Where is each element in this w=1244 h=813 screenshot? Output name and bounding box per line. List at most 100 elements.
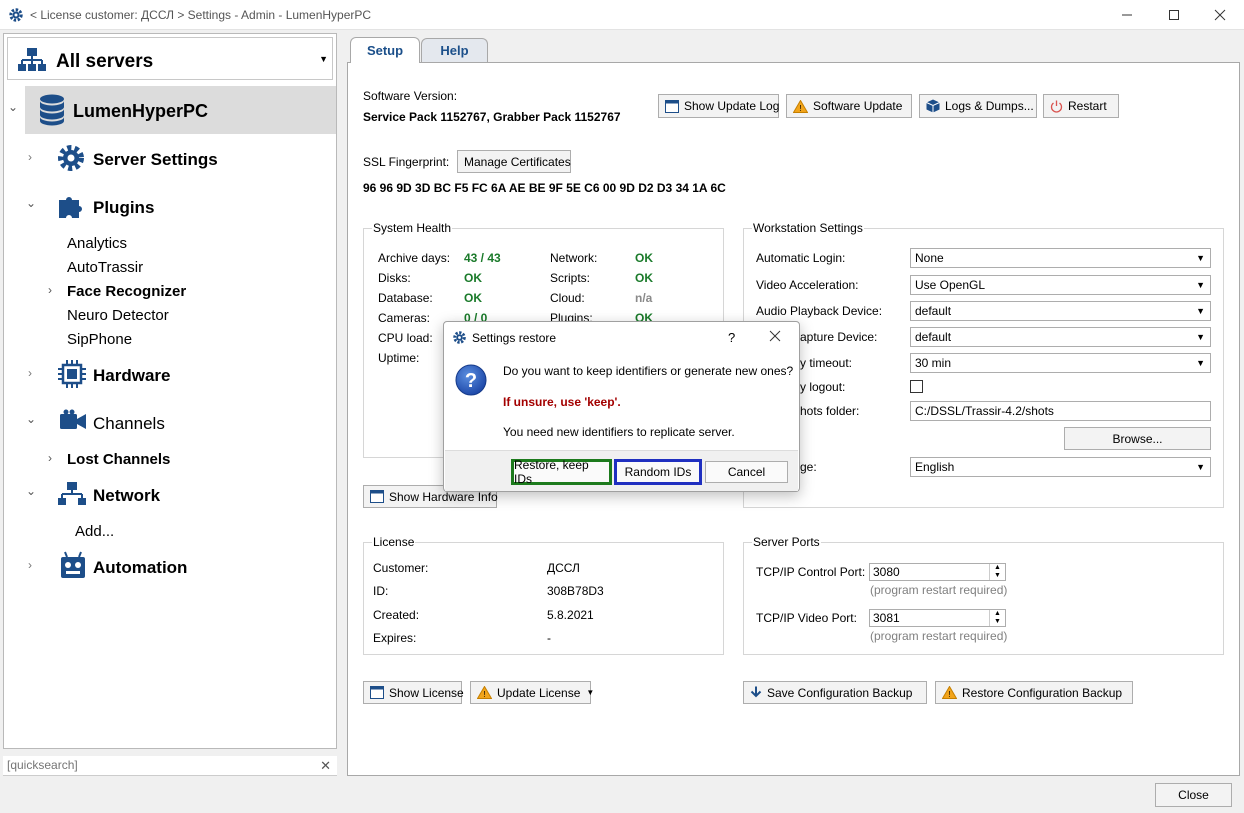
- cancel-button[interactable]: Cancel: [705, 461, 788, 483]
- maximize-button[interactable]: [1151, 0, 1197, 30]
- tree-label-server[interactable]: LumenHyperPC: [73, 101, 208, 122]
- server-selector[interactable]: All servers ▼: [7, 37, 333, 80]
- show-license-button[interactable]: Show License: [363, 681, 464, 704]
- tree-label-neuro-detector[interactable]: Neuro Detector: [67, 307, 169, 324]
- audio-playback-label: Audio Playback Device:: [756, 304, 883, 318]
- tree-label-sipphone[interactable]: SipPhone: [67, 331, 132, 348]
- svg-text:!: !: [948, 690, 950, 699]
- dialog-question: Do you want to keep identifiers or gener…: [503, 364, 794, 378]
- chevron-down-icon[interactable]: ⌄: [8, 100, 18, 114]
- chevron-down-icon[interactable]: ⌄: [26, 484, 36, 498]
- timeout-label: y timeout:: [800, 356, 853, 370]
- svg-text:!: !: [799, 104, 801, 113]
- tab-help[interactable]: Help: [421, 38, 488, 62]
- language-select[interactable]: English ▼: [910, 457, 1211, 477]
- tree-label-add[interactable]: Add...: [75, 523, 114, 540]
- chevron-right-icon[interactable]: ›: [48, 451, 52, 465]
- tree-label-channels[interactable]: Channels: [93, 414, 165, 434]
- tree-label-autotrassir[interactable]: AutoTrassir: [67, 259, 143, 276]
- health-value: OK: [635, 271, 653, 285]
- license-title: License: [372, 535, 416, 549]
- chevron-down-icon: ▼: [1196, 332, 1205, 342]
- logout-checkbox[interactable]: [910, 380, 923, 393]
- logs-dumps-button[interactable]: Logs & Dumps...: [919, 94, 1037, 118]
- license-label: Created:: [373, 608, 420, 622]
- health-value: OK: [635, 251, 653, 265]
- license-label: Expires:: [373, 631, 417, 645]
- tree-label-face-recognizer[interactable]: Face Recognizer: [67, 283, 186, 300]
- license-label: ID:: [373, 584, 389, 598]
- software-version-value: Service Pack 1152767, Grabber Pack 11527…: [363, 110, 621, 124]
- health-label: Network:: [550, 251, 598, 265]
- arrow-down-icon: [750, 686, 762, 699]
- software-update-button[interactable]: ! Software Update: [786, 94, 912, 118]
- chevron-down-icon: ▼: [1196, 358, 1205, 368]
- restart-hint: (program restart required): [870, 629, 1008, 643]
- tree-label-hardware[interactable]: Hardware: [93, 366, 170, 386]
- restore-keep-ids-button[interactable]: Restore, keep IDs: [511, 458, 612, 486]
- svg-text:!: !: [483, 690, 485, 699]
- logout-label: y logout:: [800, 380, 846, 394]
- random-ids-button[interactable]: Random IDs: [614, 459, 702, 485]
- chevron-down-icon: ▼: [1196, 253, 1205, 263]
- control-port-spinner[interactable]: 3080 ▲ ▼: [869, 563, 1006, 581]
- help-button[interactable]: ?: [728, 330, 735, 345]
- chevron-down-icon: ▼: [1196, 462, 1205, 472]
- close-button[interactable]: Close: [1155, 783, 1232, 807]
- health-value: OK: [464, 291, 482, 305]
- title-bar: < License customer: ДССЛ > Settings - Ad…: [0, 0, 1244, 30]
- clear-icon[interactable]: ✕: [320, 758, 331, 774]
- chevron-right-icon[interactable]: ›: [28, 558, 32, 572]
- warning-icon: !: [942, 686, 957, 699]
- browse-button[interactable]: Browse...: [1064, 427, 1211, 450]
- quicksearch-input[interactable]: [3, 756, 303, 774]
- gear-icon: [8, 7, 24, 23]
- chevron-right-icon[interactable]: ›: [28, 366, 32, 380]
- minimize-button[interactable]: [1104, 0, 1150, 30]
- automatic-login-select[interactable]: None ▼: [910, 248, 1211, 268]
- control-port-label: TCP/IP Control Port:: [756, 565, 866, 579]
- close-icon[interactable]: [769, 330, 781, 345]
- close-window-button[interactable]: [1197, 0, 1243, 30]
- health-label: Cameras:: [378, 311, 431, 325]
- restore-config-backup-button[interactable]: ! Restore Configuration Backup: [935, 681, 1133, 704]
- audio-playback-select[interactable]: default ▼: [910, 301, 1211, 321]
- window-icon: [370, 686, 384, 699]
- license-value: ДССЛ: [547, 561, 580, 575]
- warning-icon: !: [477, 686, 492, 699]
- network-icon: [18, 47, 46, 73]
- video-port-spinner[interactable]: 3081 ▲ ▼: [869, 609, 1006, 627]
- tree-label-plugins[interactable]: Plugins: [93, 198, 154, 218]
- tab-setup[interactable]: Setup: [350, 37, 420, 63]
- restart-button[interactable]: Restart: [1043, 94, 1119, 118]
- audio-capture-label: apture Device:: [800, 330, 878, 344]
- chevron-right-icon[interactable]: ›: [28, 150, 32, 164]
- license-value: 5.8.2021: [547, 608, 594, 622]
- chevron-down-icon[interactable]: ⌄: [26, 196, 36, 210]
- manage-certificates-button[interactable]: Manage Certificates: [457, 150, 571, 173]
- tree-label-automation[interactable]: Automation: [93, 558, 187, 578]
- chevron-right-icon[interactable]: ›: [48, 283, 52, 297]
- svg-text:?: ?: [465, 370, 477, 392]
- audio-capture-select[interactable]: default ▼: [910, 327, 1211, 347]
- timeout-select[interactable]: 30 min ▼: [910, 353, 1211, 373]
- network-icon: [58, 481, 86, 507]
- tree-label-network[interactable]: Network: [93, 486, 160, 506]
- puzzle-icon: [56, 191, 86, 221]
- ssl-fingerprint-value: 96 96 9D 3D BC F5 FC 6A AE BE 9F 5E C6 0…: [363, 181, 726, 195]
- show-update-log-button[interactable]: Show Update Log: [658, 94, 779, 118]
- shots-folder-input[interactable]: C:/DSSL/Trassir-4.2/shots: [910, 401, 1211, 421]
- chevron-down-icon: ▼: [586, 688, 595, 697]
- spinner-arrows-icon[interactable]: ▲ ▼: [989, 610, 1005, 626]
- video-acceleration-select[interactable]: Use OpenGL ▼: [910, 275, 1211, 295]
- language-label: ge:: [800, 460, 817, 474]
- tree-label-analytics[interactable]: Analytics: [67, 235, 127, 252]
- chevron-down-icon[interactable]: ⌄: [26, 412, 36, 426]
- system-health-title: System Health: [372, 221, 453, 235]
- tree-label-server-settings[interactable]: Server Settings: [93, 150, 218, 170]
- tree-label-lost-channels[interactable]: Lost Channels: [67, 451, 170, 468]
- spinner-arrows-icon[interactable]: ▲ ▼: [989, 564, 1005, 580]
- save-config-backup-button[interactable]: Save Configuration Backup: [743, 681, 927, 704]
- dialog-title: Settings restore: [472, 331, 557, 345]
- update-license-button[interactable]: ! Update License ▼: [470, 681, 595, 704]
